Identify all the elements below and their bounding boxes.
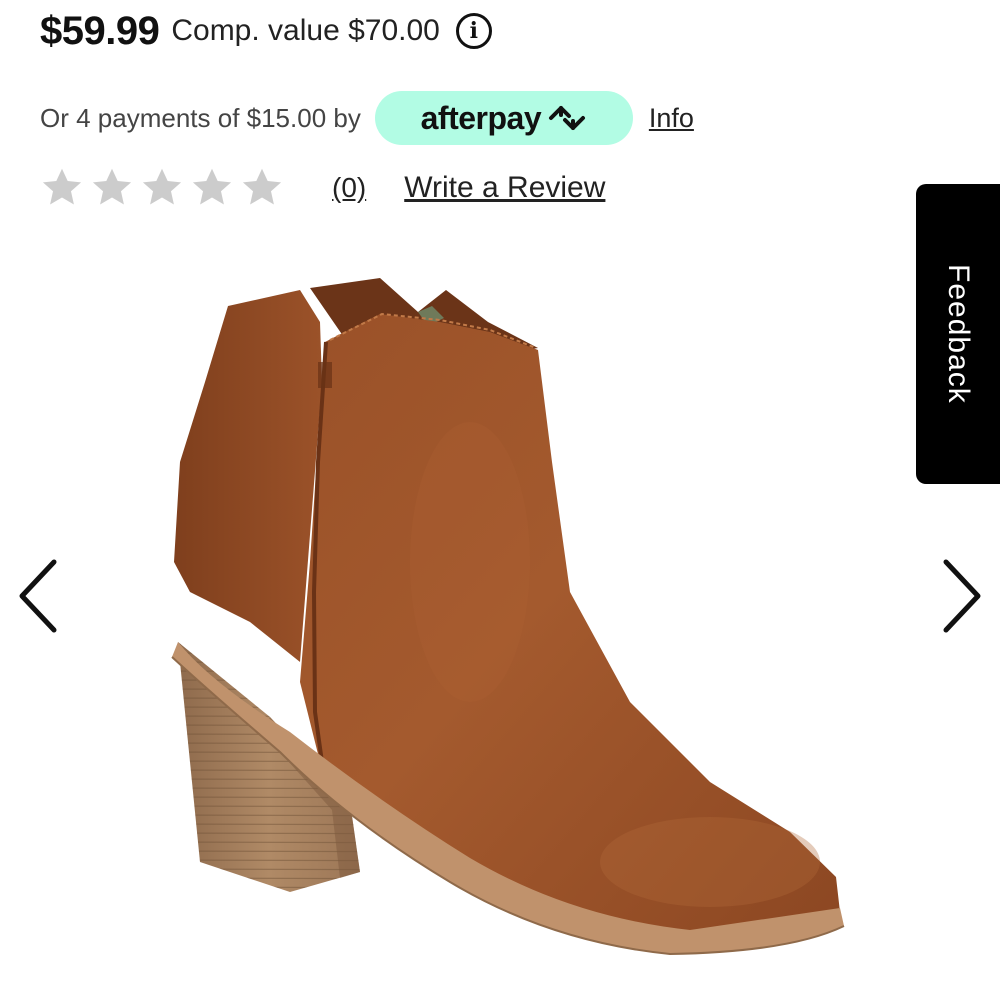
product-image <box>171 278 845 956</box>
feedback-tab[interactable]: Feedback <box>916 184 1000 484</box>
star-icon[interactable] <box>40 166 84 210</box>
afterpay-payments-text: Or 4 payments of $15.00 by <box>40 102 361 133</box>
star-icon[interactable] <box>190 166 234 210</box>
chevron-left-icon[interactable] <box>16 556 60 636</box>
comp-value: Comp. value $70.00 <box>171 14 440 47</box>
product-page: $59.99 Comp. value $70.00 i Or 4 payment… <box>0 0 1000 1000</box>
afterpay-info-link[interactable]: Info <box>649 103 694 134</box>
star-rating[interactable] <box>40 166 284 210</box>
rating-row: (0) Write a Review <box>40 162 605 214</box>
star-icon[interactable] <box>140 166 184 210</box>
price-row: $59.99 Comp. value $70.00 i <box>40 6 492 56</box>
afterpay-badge[interactable]: afterpay <box>374 91 633 145</box>
info-circle-icon[interactable]: i <box>455 13 492 49</box>
review-count-link[interactable]: (0) <box>332 172 366 204</box>
chevron-right-icon[interactable] <box>940 556 984 636</box>
afterpay-row: Or 4 payments of $15.00 by afterpay Info <box>40 90 694 146</box>
afterpay-arrows-icon <box>549 106 586 130</box>
star-icon[interactable] <box>90 166 134 210</box>
current-price: $59.99 <box>40 8 160 53</box>
star-icon[interactable] <box>240 166 284 210</box>
feedback-label: Feedback <box>942 264 975 404</box>
afterpay-logo-text: afterpay <box>420 99 542 136</box>
write-review-link[interactable]: Write a Review <box>404 171 605 205</box>
